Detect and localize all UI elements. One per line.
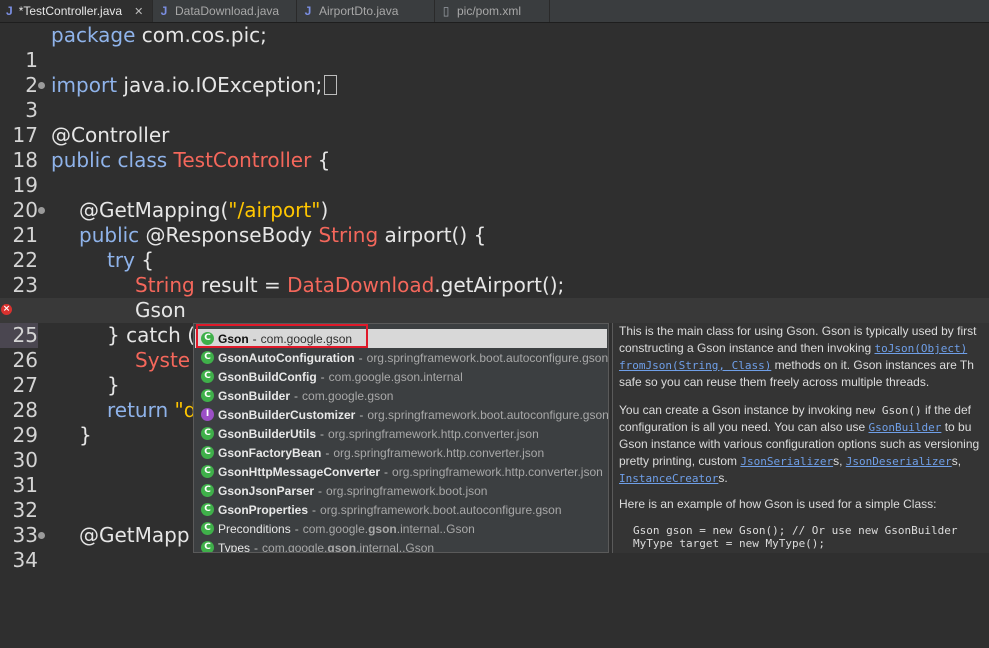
doc-link[interactable]: fromJson(String, Class) bbox=[619, 359, 771, 372]
code-text: package com.cos.pic; bbox=[51, 23, 267, 47]
code-text: } bbox=[79, 423, 92, 447]
doc-text: configuration is all you need. You can a… bbox=[619, 420, 972, 434]
code-text: Gson bbox=[135, 298, 186, 322]
fold-toggle-icon[interactable] bbox=[38, 82, 45, 89]
class-icon: C bbox=[201, 541, 214, 552]
code-text: return "d bbox=[107, 398, 197, 422]
editor-tab-bar: J *TestController.java ✕ J DataDownload.… bbox=[0, 0, 989, 23]
tab-label: DataDownload.java bbox=[175, 4, 280, 18]
interface-icon: I bbox=[201, 408, 214, 421]
code-text: try { bbox=[107, 248, 154, 272]
code-line[interactable]: 19 public class TestController { bbox=[0, 148, 989, 197]
code-line[interactable]: 3 import java.io.IOException; bbox=[0, 73, 989, 122]
doc-link[interactable]: toJson(Object) bbox=[875, 342, 968, 355]
doc-link[interactable]: GsonBuilder bbox=[869, 421, 942, 434]
collapsed-imports-icon bbox=[324, 75, 338, 95]
code-line[interactable]: 17 bbox=[0, 98, 989, 147]
code-text: String result = DataDownload.getAirport(… bbox=[135, 273, 565, 297]
completion-item[interactable]: C GsonJsonParser - org.springframework.boo… bbox=[195, 481, 607, 500]
class-icon: C bbox=[201, 427, 214, 440]
tab-testcontroller[interactable]: J *TestController.java ✕ bbox=[0, 0, 153, 22]
code-text: @GetMapp bbox=[79, 523, 190, 547]
class-icon: C bbox=[201, 503, 214, 516]
completion-item-gson[interactable]: C Gson - com.google.gson bbox=[195, 329, 607, 348]
tab-label: AirportDto.java bbox=[319, 4, 399, 18]
doc-text: InstanceCreators. bbox=[619, 471, 728, 485]
code-line[interactable]: 23 try { bbox=[0, 248, 989, 297]
tab-airportdto[interactable]: J AirportDto.java bbox=[297, 0, 435, 22]
completion-item[interactable]: C GsonBuilder - com.google.gson bbox=[195, 386, 607, 405]
java-file-icon: J bbox=[160, 4, 168, 18]
class-icon: C bbox=[201, 446, 214, 459]
completion-item[interactable]: C GsonBuildConfig - com.google.gson.intern… bbox=[195, 367, 607, 386]
doc-link[interactable]: JsonSerializer bbox=[740, 455, 833, 468]
completion-item[interactable]: C Preconditions - com.google. gson .internal… bbox=[195, 519, 607, 538]
code-line[interactable]: 18 @Controller bbox=[0, 123, 989, 172]
completion-item[interactable]: I GsonBuilderCustomizer - org.springframew… bbox=[195, 405, 608, 424]
doc-text: Gson instance with various configuration… bbox=[619, 437, 980, 451]
tab-label: pic/pom.xml bbox=[457, 4, 522, 18]
code-line[interactable]: 2 bbox=[0, 48, 989, 97]
error-marker-icon[interactable]: × bbox=[1, 304, 12, 315]
doc-text: safe so you can reuse them freely across… bbox=[619, 375, 930, 389]
class-icon: C bbox=[201, 332, 214, 345]
code-text: @GetMapping("/airport") bbox=[79, 198, 329, 222]
java-file-icon: J bbox=[6, 4, 13, 18]
code-text: import java.io.IOException; bbox=[51, 73, 338, 98]
completion-item[interactable]: C GsonFactoryBean - org.springframework.ht… bbox=[195, 443, 607, 462]
tab-datadownload[interactable]: J DataDownload.java bbox=[153, 0, 297, 22]
code-line[interactable]: 21 @GetMapping("/airport") bbox=[0, 198, 989, 247]
class-icon: C bbox=[201, 522, 214, 535]
completion-item[interactable]: C Types - com.google. gson .internal..Gson bbox=[195, 538, 607, 552]
code-text: @Controller bbox=[51, 123, 170, 147]
class-icon: C bbox=[201, 484, 214, 497]
code-text: } catch ( bbox=[107, 323, 196, 347]
line-number: 34 bbox=[12, 548, 38, 572]
doc-link[interactable]: JsonDeserializer bbox=[846, 455, 952, 468]
code-text: public class TestController { bbox=[51, 148, 331, 172]
fold-toggle-icon[interactable] bbox=[38, 207, 45, 214]
completion-item[interactable]: C GsonBuilderUtils - org.springframework.h… bbox=[195, 424, 607, 443]
class-icon: C bbox=[201, 465, 214, 478]
doc-text: This is the main class for using Gson. G… bbox=[619, 324, 977, 338]
class-icon: C bbox=[201, 370, 214, 383]
code-line[interactable]: 1 package com.cos.pic; bbox=[0, 23, 989, 72]
code-line[interactable]: 22 public @ResponseBody String airport()… bbox=[0, 223, 989, 272]
class-icon: C bbox=[201, 389, 214, 402]
fold-toggle-icon[interactable] bbox=[38, 532, 45, 539]
close-icon[interactable]: ✕ bbox=[134, 5, 143, 18]
completion-item[interactable]: C GsonProperties - org.springframework.boo… bbox=[195, 500, 607, 519]
doc-link[interactable]: InstanceCreator bbox=[619, 472, 718, 485]
tab-pom[interactable]: ▯ pic/pom.xml bbox=[435, 0, 550, 22]
javadoc-panel: This is the main class for using Gson. G… bbox=[612, 323, 989, 553]
code-text: } bbox=[107, 373, 120, 397]
code-line[interactable]: 20 bbox=[0, 173, 989, 222]
doc-text: constructing a Gson instance and then in… bbox=[619, 341, 968, 355]
tab-label: *TestController.java bbox=[18, 4, 123, 18]
code-line-current[interactable]: 25 × Gson bbox=[0, 298, 989, 348]
content-assist-popup[interactable]: C Gson - com.google.gson C GsonAutoConfigu… bbox=[193, 323, 609, 553]
class-icon: C bbox=[201, 351, 214, 364]
code-text: Syste bbox=[135, 348, 191, 372]
code-text: public @ResponseBody String airport() { bbox=[79, 223, 487, 247]
xml-file-icon: ▯ bbox=[442, 4, 450, 18]
doc-text: fromJson(String, Class) methods on it. G… bbox=[619, 358, 974, 372]
completion-item[interactable]: C GsonHttpMessageConverter - org.springfra… bbox=[195, 462, 607, 481]
completion-item[interactable]: C GsonAutoConfiguration - org.springframew… bbox=[195, 348, 608, 367]
java-file-icon: J bbox=[304, 4, 312, 18]
doc-text: pretty printing, custom JsonSerializers,… bbox=[619, 454, 962, 468]
doc-text: Here is an example of how Gson is used f… bbox=[619, 497, 937, 511]
doc-code: MyType target = new MyType(); bbox=[633, 537, 826, 550]
code-line[interactable]: 24 String result = DataDownload.getAirpo… bbox=[0, 273, 989, 323]
doc-text: You can create a Gson instance by invoki… bbox=[619, 403, 971, 417]
